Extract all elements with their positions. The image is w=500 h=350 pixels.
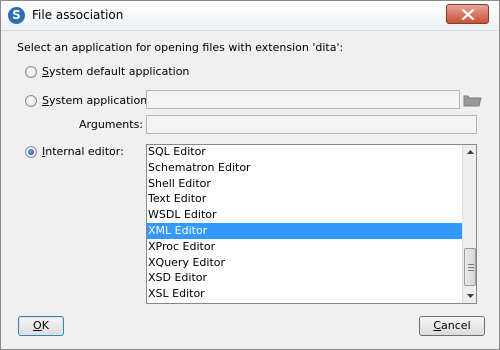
- list-item-selected[interactable]: XML Editor: [147, 222, 463, 239]
- radio-label[interactable]: System application:: [42, 94, 151, 107]
- dialog-title: File association: [32, 8, 124, 22]
- list-item[interactable]: XProc Editor: [147, 239, 463, 255]
- arrow-up-icon: [466, 150, 474, 154]
- list-item[interactable]: WSDL Editor: [147, 207, 463, 223]
- radio-button[interactable]: [25, 95, 37, 107]
- scroll-down-button[interactable]: [463, 289, 476, 303]
- list-item[interactable]: Shell Editor: [147, 176, 463, 192]
- list-item[interactable]: XSL Editor: [147, 286, 463, 302]
- app-logo-icon: S: [8, 7, 25, 24]
- browse-folder-icon: [463, 95, 482, 107]
- file-association-dialog: S File association Select an application…: [0, 0, 500, 350]
- editor-list-items: SQL Editor Schematron Editor Shell Edito…: [147, 145, 463, 302]
- radio-button[interactable]: [25, 146, 37, 158]
- list-item[interactable]: Schematron Editor: [147, 160, 463, 176]
- close-button[interactable]: [446, 4, 489, 24]
- grip-line: [468, 270, 474, 271]
- list-scrollbar[interactable]: [462, 145, 476, 303]
- title-bar[interactable]: S File association: [1, 1, 499, 31]
- scroll-up-button[interactable]: [463, 145, 476, 159]
- grip-line: [468, 267, 474, 268]
- arguments-label: Arguments:: [79, 118, 144, 131]
- list-item[interactable]: XSD Editor: [147, 270, 463, 286]
- system-application-field: [146, 90, 460, 109]
- ok-button[interactable]: OK: [18, 316, 64, 336]
- list-item[interactable]: SQL Editor: [147, 145, 463, 160]
- close-icon: [462, 9, 474, 20]
- grip-line: [468, 264, 474, 265]
- scrollbar-thumb[interactable]: [464, 248, 476, 286]
- list-item[interactable]: XQuery Editor: [147, 255, 463, 271]
- radio-button[interactable]: [25, 66, 37, 78]
- arrow-down-icon: [466, 294, 474, 298]
- radio-label[interactable]: System default application: [42, 65, 189, 78]
- arguments-field: [146, 115, 477, 134]
- instruction-text: Select an application for opening files …: [17, 41, 344, 54]
- list-item[interactable]: Text Editor: [147, 191, 463, 207]
- radio-label[interactable]: Internal editor:: [42, 145, 124, 158]
- editor-listbox[interactable]: SQL Editor Schematron Editor Shell Edito…: [146, 144, 477, 304]
- cancel-button[interactable]: Cancel: [419, 316, 485, 336]
